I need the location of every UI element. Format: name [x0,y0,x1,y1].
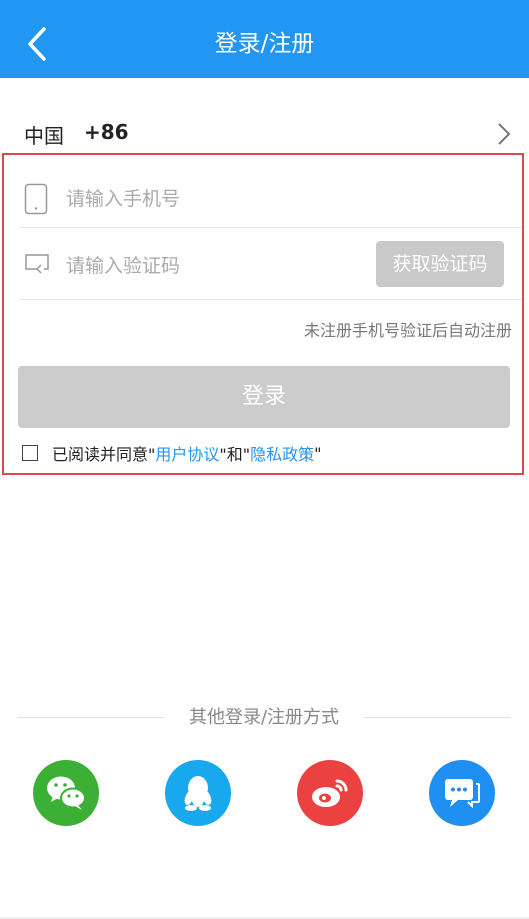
other-login-divider: 其他登录/注册方式 [18,706,510,730]
agreement-row: 已阅读并同意" 用户协议 "和" 隐私政策 " [22,441,322,465]
agreement-prefix: 已阅读并同意" [52,445,156,464]
login-button[interactable]: 登录 [18,366,510,428]
chevron-right-icon [498,123,511,145]
country-code: +86 [84,120,129,144]
get-code-button[interactable]: 获取验证码 [376,241,504,287]
weibo-icon [312,779,348,807]
user-agreement-link[interactable]: 用户协议 [155,441,219,465]
privacy-policy-link[interactable]: 隐私政策 [250,441,314,465]
wechat-login-button[interactable] [33,760,99,826]
weibo-login-button[interactable] [297,760,363,826]
verification-code-icon [25,254,49,274]
verification-code-input[interactable] [64,248,368,284]
qq-login-button[interactable] [165,760,231,826]
page-title: 登录/注册 [214,31,315,57]
code-row: 获取验证码 [20,231,522,300]
agreement-checkbox[interactable] [22,445,38,461]
phone-row [20,169,522,228]
message-icon [445,779,480,809]
qq-icon [184,776,212,811]
app-header: 登录/注册 [0,0,529,78]
agreement-suffix: " [314,443,322,463]
other-login-label: 其他登录/注册方式 [188,707,340,728]
divider-line-right [364,717,510,718]
sms-login-button[interactable] [429,760,495,826]
wechat-icon [47,776,86,810]
country-name: 中国 [24,124,64,148]
phone-icon [24,183,48,215]
agreement-mid: "和" [219,445,251,464]
login-form: 获取验证码 未注册手机号验证后自动注册 登录 已阅读并同意" 用户协议 "和" … [2,153,524,475]
auto-register-hint: 未注册手机号验证后自动注册 [303,321,512,340]
phone-input[interactable] [64,181,368,217]
